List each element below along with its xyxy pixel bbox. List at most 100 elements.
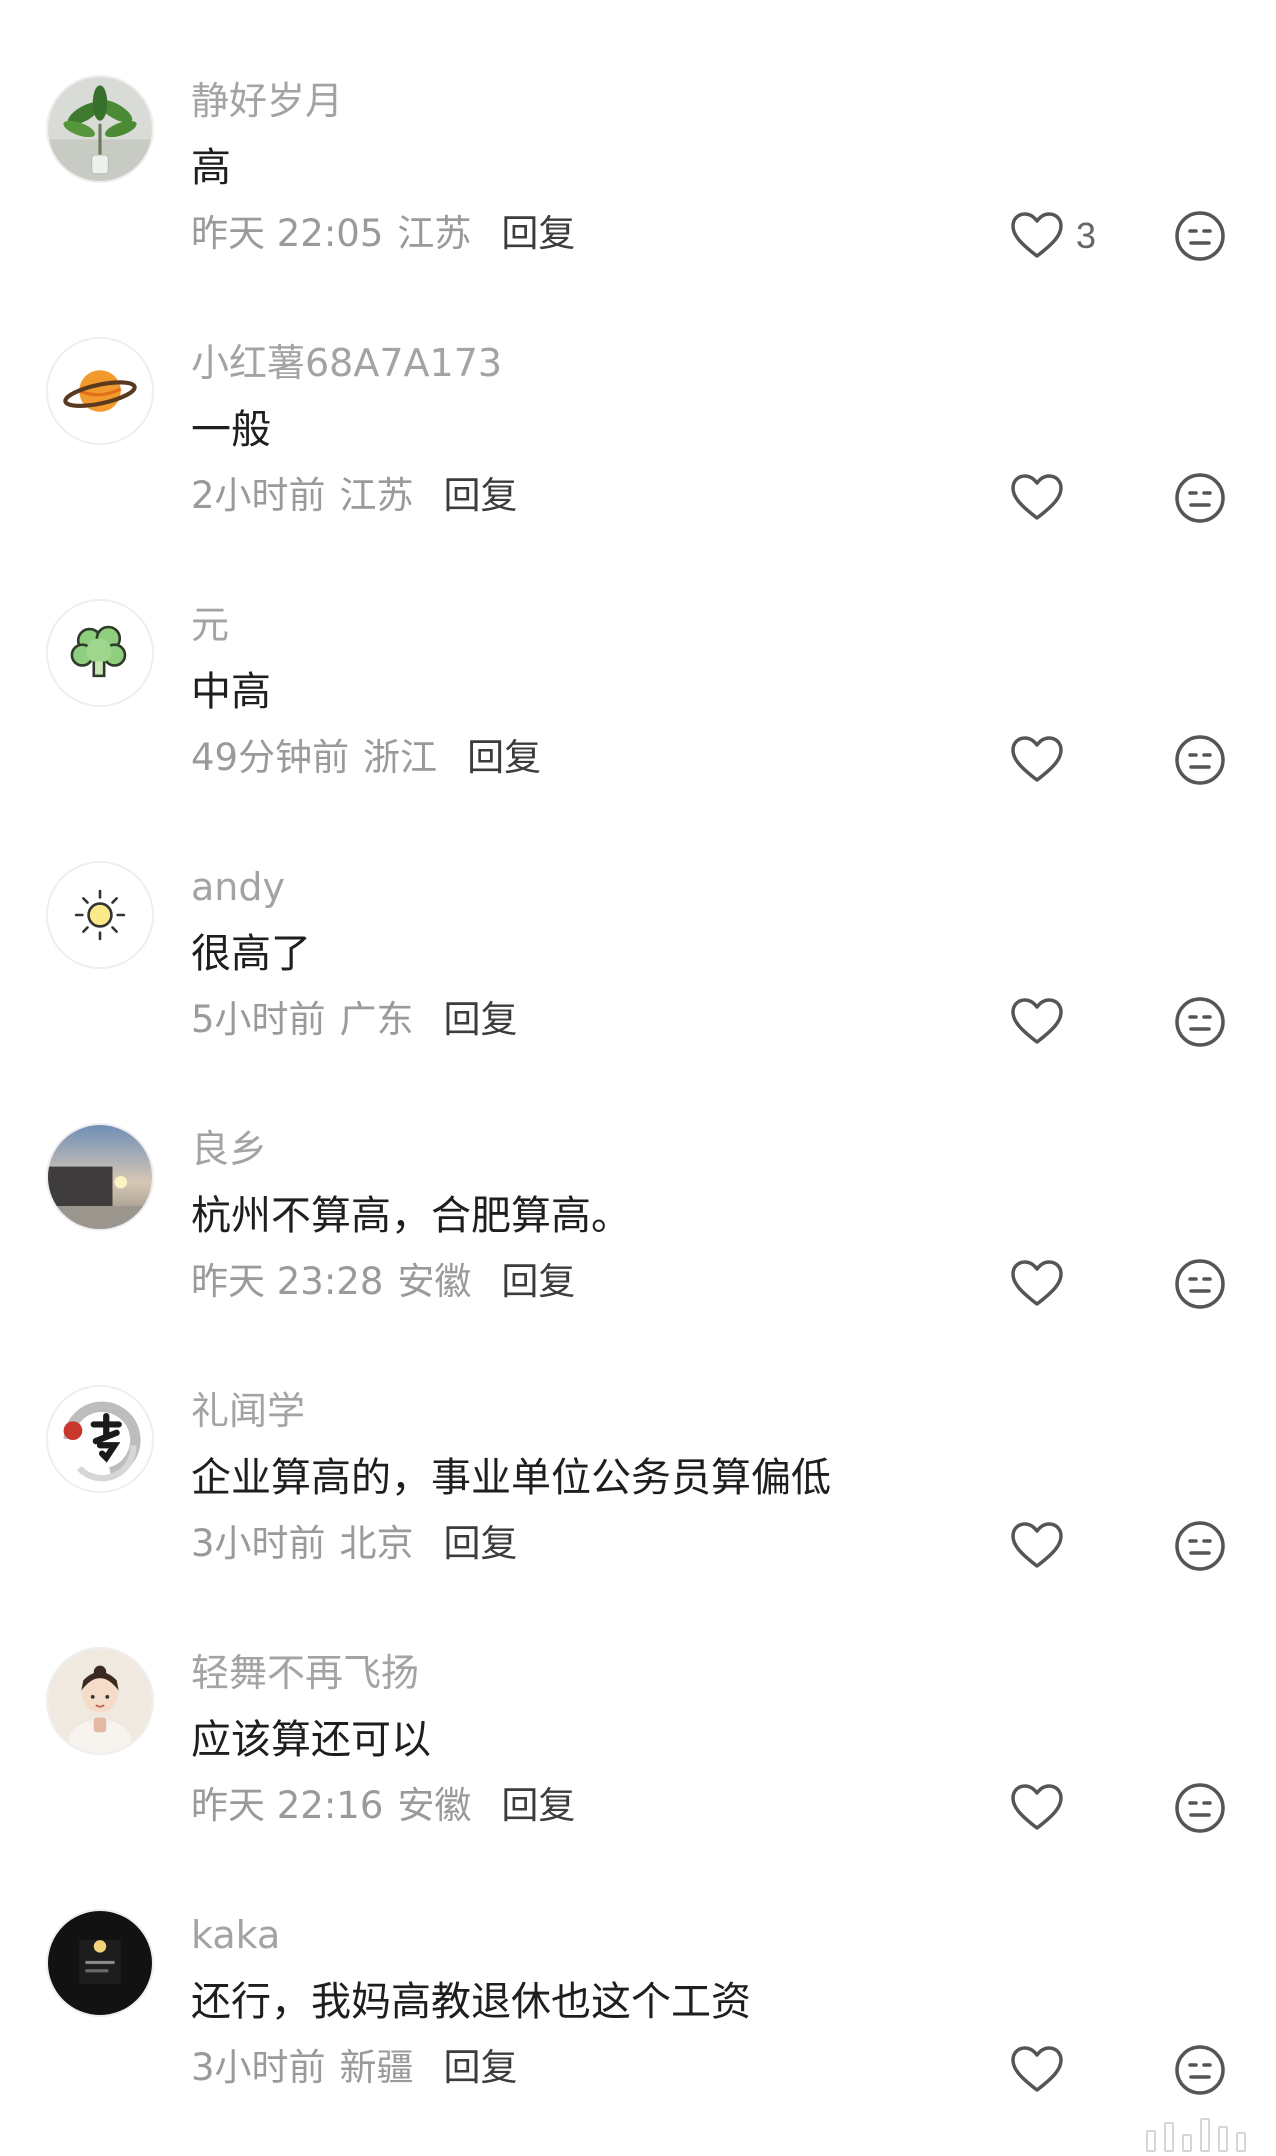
reply-button[interactable]: 回复: [467, 736, 541, 779]
meh-face-icon: [1175, 473, 1225, 523]
comment-text: 还行，我妈高教退休也这个工资: [191, 1979, 751, 2025]
meh-face-icon: [1175, 1259, 1225, 1309]
avatar[interactable]: [46, 337, 154, 445]
avatar[interactable]: [46, 1647, 154, 1755]
comment-username[interactable]: 静好岁月: [191, 75, 343, 127]
heart-outline-icon: [1011, 212, 1063, 258]
heart-outline-icon: [1011, 2046, 1063, 2092]
comment-region: 安徽: [397, 1260, 472, 1303]
comment-time: 2小时前: [191, 474, 326, 517]
heart-outline-icon: [1011, 1260, 1063, 1306]
dislike-button[interactable]: [1173, 2043, 1227, 2097]
calligraphy-avatar-icon: [48, 1387, 152, 1491]
meh-face-icon: [1175, 735, 1225, 785]
comment-meta: 3小时前 新疆 回复: [191, 2042, 518, 2094]
comment-text: 高: [191, 145, 231, 191]
sun-avatar-icon: [48, 863, 152, 967]
like-button[interactable]: [1010, 1520, 1064, 1572]
dislike-button[interactable]: [1173, 1781, 1227, 1835]
girl-avatar-icon: [48, 1649, 152, 1753]
comment-region: 新疆: [339, 2046, 414, 2089]
comment-time: 49分钟前: [191, 736, 350, 779]
like-count: 3: [1076, 215, 1097, 256]
comment-region: 安徽: [397, 1784, 472, 1827]
comment-username[interactable]: 小红薯68A7A173: [191, 337, 502, 389]
avatar[interactable]: [46, 861, 154, 969]
avatar[interactable]: [46, 1385, 154, 1493]
comment-time: 昨天 23:28: [191, 1260, 384, 1303]
heart-outline-icon: [1011, 1784, 1063, 1830]
heart-outline-icon: [1011, 1522, 1063, 1568]
heart-outline-icon: [1011, 998, 1063, 1044]
plant-avatar-icon: [48, 77, 152, 181]
reply-button[interactable]: 回复: [501, 1784, 575, 1827]
comment-username[interactable]: kaka: [191, 1909, 280, 1961]
comment-username[interactable]: 元: [191, 599, 229, 651]
reply-button[interactable]: 回复: [444, 998, 518, 1041]
reply-button[interactable]: 回复: [444, 1522, 518, 1565]
comment-time: 3小时前: [191, 1522, 326, 1565]
heart-outline-icon: [1011, 736, 1063, 782]
avatar[interactable]: [46, 1123, 154, 1231]
comment-list: 静好岁月 高 昨天 22:05 江苏 回复 3 小红薯68A7A173 一般 2小时…: [0, 0, 1276, 2096]
like-button[interactable]: [1010, 1258, 1064, 1310]
meh-face-icon: [1175, 2045, 1225, 2095]
comment-item: 元 中高 49分钟前 浙江 回复: [0, 524, 1276, 786]
like-button[interactable]: [1010, 1782, 1064, 1834]
dislike-button[interactable]: [1173, 209, 1227, 263]
like-button[interactable]: 3: [1010, 210, 1096, 262]
comment-time: 昨天 22:05: [191, 212, 384, 255]
comment-username[interactable]: 轻舞不再飞扬: [191, 1647, 419, 1699]
comment-item: 良乡 杭州不算高，合肥算高。 昨天 23:28 安徽 回复: [0, 1048, 1276, 1310]
like-button[interactable]: [1010, 472, 1064, 524]
meh-face-icon: [1175, 1783, 1225, 1833]
reply-button[interactable]: 回复: [444, 2046, 518, 2089]
comment-region: 浙江: [363, 736, 438, 779]
comment-item: 轻舞不再飞扬 应该算还可以 昨天 22:16 安徽 回复: [0, 1572, 1276, 1834]
comment-region: 广东: [339, 998, 414, 1041]
like-button[interactable]: [1010, 996, 1064, 1048]
comment-time: 5小时前: [191, 998, 326, 1041]
comment-text: 中高: [191, 669, 271, 715]
comment-username[interactable]: andy: [191, 861, 285, 913]
comment-username[interactable]: 良乡: [191, 1123, 267, 1175]
dislike-button[interactable]: [1173, 733, 1227, 787]
comment-text: 一般: [191, 407, 271, 453]
like-button[interactable]: [1010, 734, 1064, 786]
watermark-logo: [1146, 2118, 1246, 2152]
dislike-button[interactable]: [1173, 1257, 1227, 1311]
avatar[interactable]: [46, 1909, 154, 2017]
comment-region: 北京: [339, 1522, 414, 1565]
dislike-button[interactable]: [1173, 995, 1227, 1049]
comment-text: 企业算高的，事业单位公务员算偏低: [191, 1455, 831, 1501]
sunset-avatar-icon: [48, 1125, 152, 1229]
comment-meta: 昨天 22:05 江苏 回复: [191, 208, 575, 260]
reply-button[interactable]: 回复: [501, 212, 575, 255]
planet-avatar-icon: [48, 339, 152, 443]
heart-outline-icon: [1011, 474, 1063, 520]
comment-meta: 3小时前 北京 回复: [191, 1518, 518, 1570]
avatar[interactable]: [46, 75, 154, 183]
dislike-button[interactable]: [1173, 1519, 1227, 1573]
comment-text: 杭州不算高，合肥算高。: [191, 1193, 631, 1239]
meh-face-icon: [1175, 211, 1225, 261]
dislike-button[interactable]: [1173, 471, 1227, 525]
night-avatar-icon: [48, 1911, 152, 2015]
comment-meta: 昨天 23:28 安徽 回复: [191, 1256, 575, 1308]
comment-meta: 昨天 22:16 安徽 回复: [191, 1780, 575, 1832]
avatar[interactable]: [46, 599, 154, 707]
meh-face-icon: [1175, 997, 1225, 1047]
comment-region: 江苏: [339, 474, 414, 517]
comment-text: 很高了: [191, 931, 311, 977]
comment-meta: 5小时前 广东 回复: [191, 994, 518, 1046]
comment-time: 昨天 22:16: [191, 1784, 384, 1827]
reply-button[interactable]: 回复: [444, 474, 518, 517]
comment-item: 小红薯68A7A173 一般 2小时前 江苏 回复: [0, 262, 1276, 524]
like-button[interactable]: [1010, 2044, 1064, 2096]
comment-meta: 49分钟前 浙江 回复: [191, 732, 541, 784]
comment-item: 礼闻学 企业算高的，事业单位公务员算偏低 3小时前 北京 回复: [0, 1310, 1276, 1572]
reply-button[interactable]: 回复: [501, 1260, 575, 1303]
comment-username[interactable]: 礼闻学: [191, 1385, 305, 1437]
comment-region: 江苏: [397, 212, 472, 255]
comment-time: 3小时前: [191, 2046, 326, 2089]
